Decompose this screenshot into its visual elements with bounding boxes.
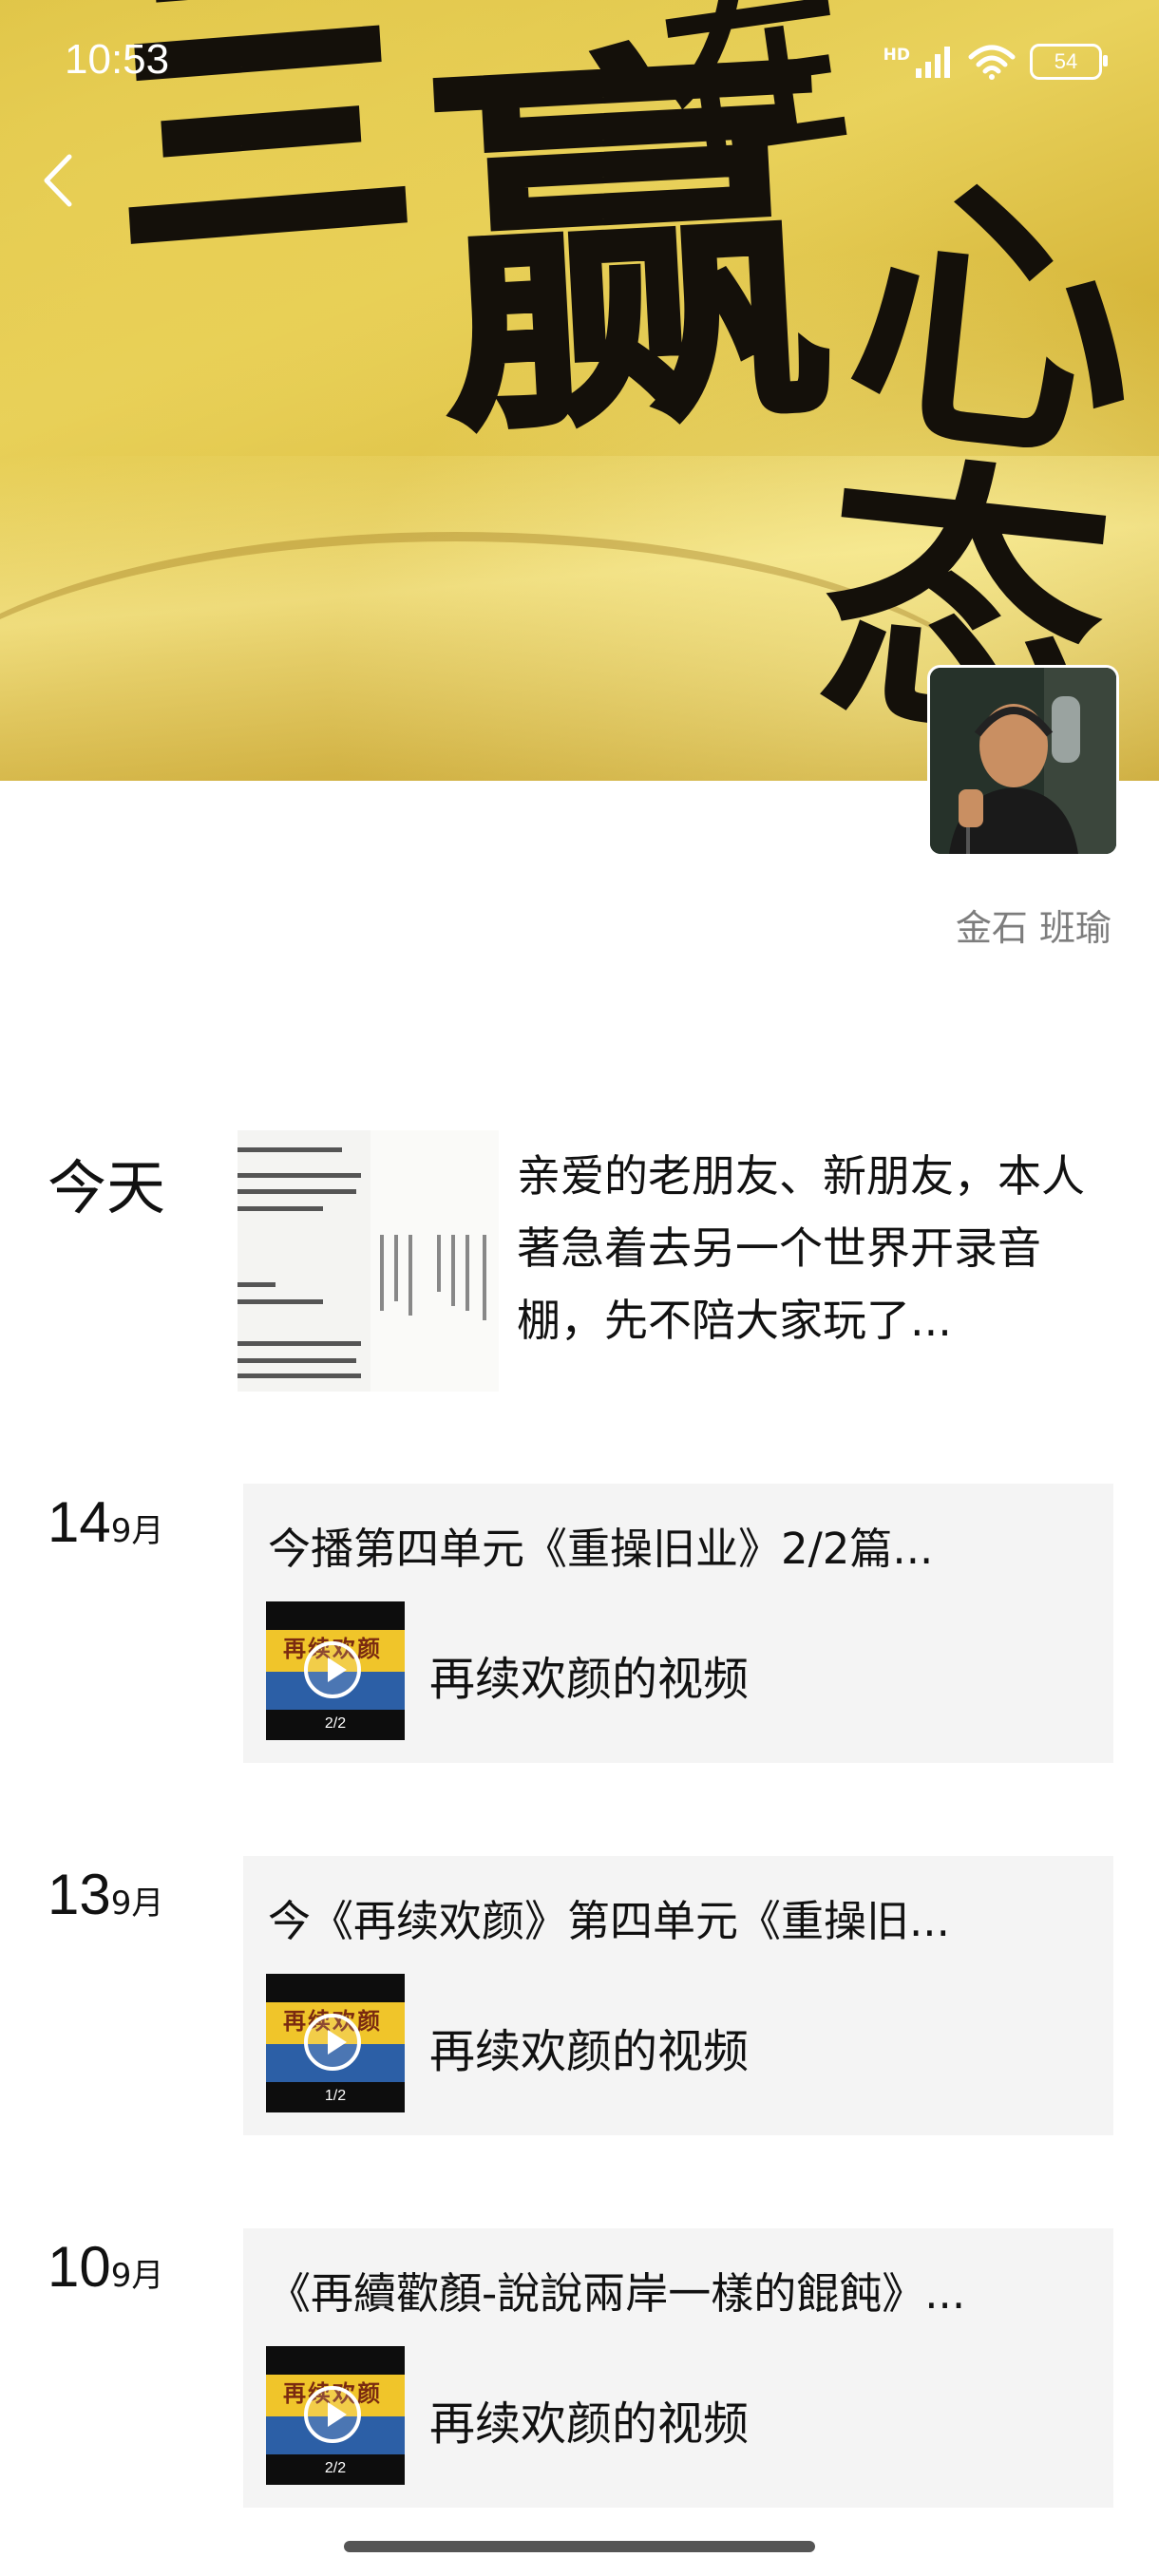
post-date-today: 今天 <box>48 1153 166 1222</box>
avatar[interactable] <box>927 665 1119 857</box>
document-thumbnail <box>238 1130 499 1392</box>
thumb-page: 2/2 <box>324 2460 347 2476</box>
post-date-13: 13 9月 <box>48 1862 163 1927</box>
post-date-10: 10 9月 <box>48 2234 163 2300</box>
post-day: 10 <box>48 2235 111 2299</box>
avatar-photo <box>930 668 1116 854</box>
thumb-page: 1/2 <box>324 2088 347 2104</box>
post-month: 9月 <box>110 1512 164 1550</box>
video-label: 再续欢颜的视频 <box>429 2397 750 2451</box>
play-icon[interactable] <box>304 2014 361 2071</box>
post-title: 今播第四单元《重操旧业》2/2篇... <box>268 1524 934 1574</box>
video-label: 再续欢颜的视频 <box>429 2025 750 2078</box>
video-thumbnail[interactable]: 再续欢颜 2/2 <box>266 2346 405 2485</box>
video-post-card[interactable]: 《再續歡顏-說說兩岸一樣的餛飩》... 再续欢颜 2/2 再续欢颜的视频 <box>243 2228 1113 2508</box>
video-thumbnail[interactable]: 再续欢颜 2/2 <box>266 1601 405 1740</box>
thumb-page: 2/2 <box>324 1715 347 1732</box>
video-thumbnail[interactable]: 再续欢颜 1/2 <box>266 1974 405 2112</box>
post-image-document[interactable] <box>238 1130 499 1392</box>
wifi-icon <box>968 45 1016 80</box>
video-label: 再续欢颜的视频 <box>429 1653 750 1706</box>
hd-label: HD <box>883 45 910 65</box>
post-text-today[interactable]: 亲爱的老朋友、新朋友，本人著急着去另一个世界开录音棚，先不陪大家玩了... <box>517 1140 1115 1356</box>
post-month: 9月 <box>110 1885 164 1923</box>
status-icons: HD 54 <box>883 40 1108 84</box>
home-indicator[interactable] <box>344 2541 815 2552</box>
status-bar: 10:53 HD 54 <box>0 0 1159 123</box>
post-month: 9月 <box>110 2257 164 2295</box>
video-post-card[interactable]: 今《再续欢颜》第四单元《重操旧... 再续欢颜 1/2 再续欢颜的视频 <box>243 1856 1113 2135</box>
post-day: 14 <box>48 1490 111 1554</box>
battery-icon: 54 <box>1030 44 1108 80</box>
chevron-left-icon <box>44 154 72 207</box>
video-post-card[interactable]: 今播第四单元《重操旧业》2/2篇... 再续欢颜 2/2 再续欢颜的视频 <box>243 1484 1113 1763</box>
post-title: 《再續歡顏-說說兩岸一樣的餛飩》... <box>268 2268 966 2319</box>
post-date-14: 14 9月 <box>48 1489 163 1555</box>
back-button[interactable] <box>33 147 90 214</box>
play-icon[interactable] <box>304 1641 361 1698</box>
author-name[interactable]: 金石 班瑜 <box>956 899 1112 951</box>
play-icon[interactable] <box>304 2386 361 2443</box>
battery-level: 54 <box>1054 49 1078 73</box>
post-title: 今《再续欢颜》第四单元《重操旧... <box>268 1896 950 1946</box>
post-day: 13 <box>48 1863 111 1926</box>
status-time: 10:53 <box>65 36 170 83</box>
signal-icon <box>916 47 950 78</box>
